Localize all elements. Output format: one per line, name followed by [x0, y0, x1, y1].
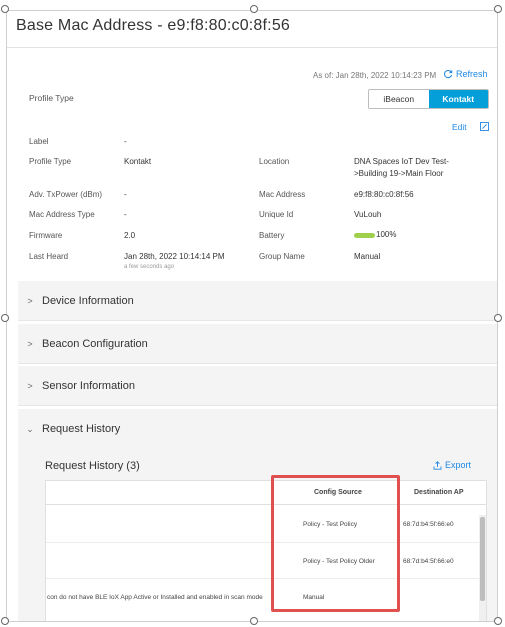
refresh-label: Refresh — [456, 69, 488, 79]
section-device-information[interactable]: > Device Information — [18, 281, 497, 321]
resize-handle-middle-right[interactable] — [494, 314, 502, 322]
last-heard-field-value: Jan 28th, 2022 10:14:14 PM — [124, 252, 225, 261]
firmware-field-value: 2.0 — [124, 231, 136, 240]
battery-field-label: Battery — [259, 231, 285, 240]
profile-type-toggle[interactable]: iBeacon Kontakt — [368, 89, 489, 109]
chevron-down-icon: ⌄ — [26, 423, 34, 434]
table-scrollbar-thumb[interactable] — [480, 517, 485, 601]
profile-type-field-label: Profile Type — [29, 157, 72, 166]
export-label: Export — [445, 460, 472, 470]
section-beacon-configuration[interactable]: > Beacon Configuration — [18, 324, 497, 364]
last-heard-relative: a few seconds ago — [124, 264, 175, 270]
refresh-icon — [444, 70, 453, 79]
chevron-right-icon: > — [27, 380, 33, 391]
toggle-option-ibeacon[interactable]: iBeacon — [369, 90, 429, 108]
group-name-field-label: Group Name — [259, 252, 305, 261]
profile-type-field-value: Kontakt — [124, 157, 152, 166]
refresh-button[interactable]: Refresh — [443, 69, 488, 79]
table-row[interactable]: con do not have BLE IoX App Active or In… — [46, 579, 486, 615]
group-name-field-value: Manual — [354, 252, 381, 261]
label-field-label: Label — [29, 137, 49, 146]
chevron-right-icon: > — [27, 295, 33, 306]
edit-icon[interactable] — [480, 122, 489, 131]
label-field-value: - — [124, 137, 127, 146]
mac-type-field-value: - — [124, 210, 127, 219]
location-field-value-line1: DNA Spaces IoT Dev Test- — [354, 157, 449, 166]
mac-address-field-value: e9:f8:80:c0:8f:56 — [354, 190, 414, 199]
export-icon — [433, 460, 442, 470]
firmware-field-label: Firmware — [29, 231, 63, 240]
section-request-history: ⌄ Request History Request History (3) Ex… — [18, 409, 497, 621]
request-history-title: Request History (3) — [45, 460, 140, 472]
table-row[interactable]: Policy - Test Policy 68:7d:b4:5f:66:e0 — [46, 505, 486, 543]
beacon-detail-panel: Base Mac Address - e9:f8:80:c0:8f:56 As … — [6, 10, 498, 622]
section-label: Device Information — [42, 294, 134, 307]
last-heard-field-label: Last Heard — [29, 252, 69, 261]
toggle-option-kontakt[interactable]: Kontakt — [428, 90, 488, 108]
section-request-history-header[interactable]: ⌄ Request History — [18, 409, 497, 449]
location-field-label: Location — [259, 157, 290, 166]
edit-link[interactable]: Edit — [452, 122, 467, 132]
row-destination-ap: 68:7d:b4:5f:66:e0 — [403, 521, 454, 528]
row-destination-ap: 68:7d:b4:5f:66:e0 — [403, 558, 454, 565]
section-sensor-information[interactable]: > Sensor Information — [18, 366, 497, 406]
section-label: Beacon Configuration — [42, 337, 148, 350]
section-label: Sensor Information — [42, 379, 135, 392]
resize-handle-bottom-center[interactable] — [250, 617, 258, 625]
page-title: Base Mac Address - e9:f8:80:c0:8f:56 — [16, 17, 291, 34]
unique-id-field-value: VuLouh — [354, 210, 382, 219]
unique-id-field-label: Unique Id — [259, 210, 294, 219]
mac-type-field-label: Mac Address Type — [29, 210, 95, 219]
profile-type-toggle-label: Profile Type — [29, 93, 74, 103]
row-message: con do not have BLE IoX App Active or In… — [47, 594, 263, 601]
location-field-value-line2: >Building 19->Main Floor — [354, 169, 444, 178]
resize-handle-top-right[interactable] — [494, 5, 502, 13]
chevron-right-icon: > — [27, 338, 33, 349]
table-row[interactable]: Policy - Test Policy Older 68:7d:b4:5f:6… — [46, 543, 486, 579]
battery-field-value: 100% — [376, 230, 397, 239]
column-header-destination-ap[interactable]: Destination AP — [414, 489, 464, 496]
battery-level-bar — [354, 233, 375, 238]
table-header-row: Config Source Destination AP — [46, 481, 486, 505]
resize-handle-top-center[interactable] — [250, 5, 258, 13]
title-divider — [7, 47, 497, 48]
section-label: Request History — [42, 423, 121, 435]
tx-power-field-value: - — [124, 190, 127, 199]
resize-handle-middle-left[interactable] — [1, 314, 9, 322]
export-button[interactable]: Export — [433, 460, 471, 470]
tx-power-field-label: Adv. TxPower (dBm) — [29, 190, 103, 199]
request-history-table: Config Source Destination AP Policy - Te… — [45, 480, 487, 621]
resize-handle-bottom-right[interactable] — [494, 617, 502, 625]
config-source-highlight-box — [271, 475, 400, 612]
last-updated-text: As of: Jan 28th, 2022 10:14:23 PM — [313, 71, 437, 80]
resize-handle-top-left[interactable] — [1, 5, 9, 13]
resize-handle-bottom-left[interactable] — [1, 617, 9, 625]
mac-address-field-label: Mac Address — [259, 190, 306, 199]
